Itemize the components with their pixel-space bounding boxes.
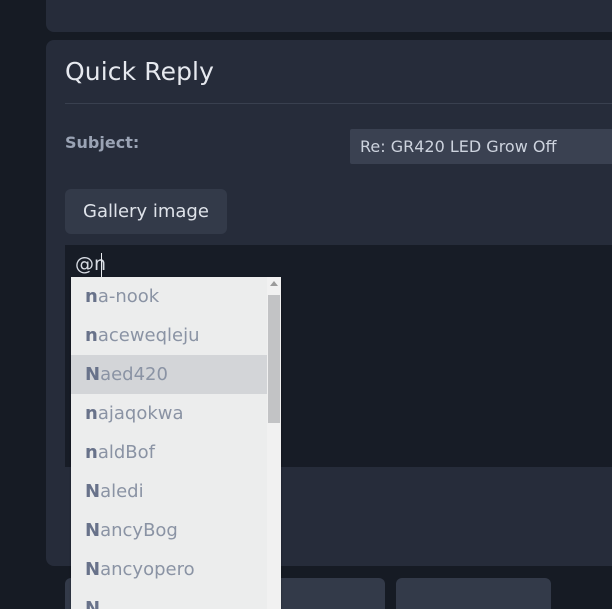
suggestion-rest: ancyBog — [100, 520, 178, 541]
scrollbar-thumb[interactable] — [268, 295, 280, 423]
suggestion-match-prefix: N — [85, 598, 101, 609]
suggestion-rest: ancyopero — [100, 559, 195, 580]
mention-suggestion-item[interactable]: Nancyopero — [71, 550, 267, 589]
mention-autocomplete-dropdown[interactable]: na-nook naceweqleju Naed420 najaqokwa naldBo… — [71, 277, 281, 609]
mention-suggestion-item[interactable]: naceweqleju — [71, 316, 267, 355]
mention-suggestion-item[interactable]: NancyBog — [71, 511, 267, 550]
mention-suggestion-item[interactable]: Naledi — [71, 472, 267, 511]
mention-suggestion-item[interactable]: Naed420 — [71, 355, 267, 394]
scroll-up-arrow-icon[interactable] — [267, 277, 281, 289]
suggestion-match-prefix: n — [85, 325, 98, 346]
panel-above-card — [46, 0, 612, 32]
text-cursor — [101, 253, 102, 277]
mention-suggestion-list: na-nook naceweqleju Naed420 najaqokwa naldBo… — [71, 277, 267, 609]
suggestion-rest: aledi — [100, 481, 144, 502]
mention-suggestion-item[interactable]: na-nook — [71, 277, 267, 316]
subject-label: Subject: — [65, 133, 140, 152]
suggestion-match-prefix: n — [85, 442, 98, 463]
suggestion-match-prefix: N — [85, 559, 101, 580]
dropdown-scrollbar[interactable] — [267, 277, 281, 609]
suggestion-rest: aldBof — [97, 442, 155, 463]
suggestion-match-prefix: N — [85, 520, 101, 541]
suggestion-rest: a-nook — [97, 286, 160, 307]
suggestion-match-prefix: n — [85, 286, 98, 307]
suggestion-rest: aed420 — [100, 364, 168, 385]
mention-suggestion-item[interactable]: naldBof — [71, 433, 267, 472]
page-title: Quick Reply — [65, 57, 214, 86]
mention-suggestion-item[interactable]: najaqokwa — [71, 394, 267, 433]
suggestion-rest: aceweqleju — [97, 325, 200, 346]
mention-suggestion-item[interactable]: N — [71, 589, 267, 609]
subject-input[interactable] — [350, 129, 612, 164]
suggestion-match-prefix: n — [85, 403, 98, 424]
suggestion-match-prefix: N — [85, 364, 101, 385]
bottom-button-3[interactable] — [396, 578, 551, 609]
gallery-image-button[interactable]: Gallery image — [65, 189, 227, 234]
suggestion-match-prefix: N — [85, 481, 101, 502]
title-divider — [65, 103, 612, 104]
page-root: Quick Reply Subject: Gallery image @n na… — [0, 0, 612, 609]
suggestion-rest: ajaqokwa — [97, 403, 184, 424]
